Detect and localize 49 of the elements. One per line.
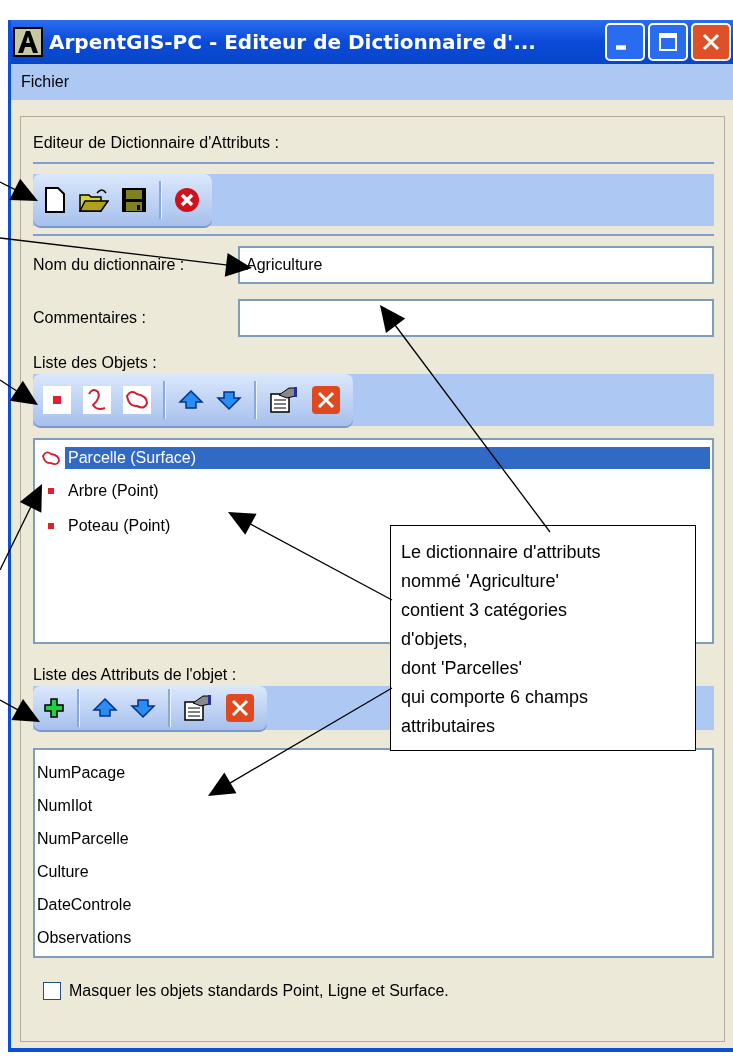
- arrow: [0, 178, 38, 201]
- app-icon: [13, 27, 43, 57]
- arrow: [0, 698, 40, 722]
- close-button[interactable]: [691, 23, 731, 61]
- properties-icon[interactable]: [183, 694, 213, 722]
- list-item[interactable]: NumParcelle: [37, 822, 129, 855]
- delete-icon[interactable]: [225, 693, 255, 723]
- list-item[interactable]: NumPacage: [37, 756, 126, 789]
- arrow: [0, 379, 38, 405]
- callout-text: contient 3 catégories: [401, 599, 568, 622]
- section-label: Liste des Objets :: [33, 353, 157, 373]
- callout-text: nommé 'Agriculture': [401, 570, 559, 593]
- new-file-icon[interactable]: [43, 187, 67, 213]
- close-icon: [701, 32, 721, 52]
- callout-text: Le dictionnaire d'attributs: [401, 541, 601, 564]
- checkbox[interactable]: [43, 982, 61, 1000]
- checkbox-label: Masquer les objets standards Point, Ligne et Surface.: [69, 982, 449, 1000]
- list-item[interactable]: Poteau (Point): [65, 514, 174, 537]
- point-icon[interactable]: [43, 386, 71, 414]
- stop-icon[interactable]: [174, 187, 200, 213]
- field-label: Nom du dictionnaire :: [33, 256, 186, 274]
- list-item[interactable]: DateControle: [37, 888, 132, 921]
- field-label: Commentaires :: [33, 309, 147, 327]
- input-field[interactable]: [238, 299, 714, 337]
- maximize-button[interactable]: [648, 23, 688, 61]
- callout-text: d'objets,: [401, 628, 468, 651]
- open-folder-icon[interactable]: [79, 187, 109, 213]
- section-label: Liste des Attributs de l'objet :: [33, 665, 237, 685]
- list-item[interactable]: Culture: [37, 855, 89, 888]
- minimize-icon: [616, 44, 626, 50]
- point-icon: [48, 522, 54, 529]
- callout-text: qui comporte 6 champs: [401, 686, 589, 709]
- point-icon: [48, 487, 54, 494]
- polygon-icon[interactable]: [123, 386, 151, 414]
- properties-icon[interactable]: [269, 386, 299, 414]
- callout-text: attributaires: [401, 715, 496, 738]
- menu-item[interactable]: Fichier: [21, 73, 69, 91]
- callout-text: dont 'Parcelles': [401, 657, 522, 680]
- window-title: ArpentGIS-PC - Editeur de Dictionnaire d'...: [49, 30, 537, 54]
- plus-icon[interactable]: [43, 697, 65, 719]
- delete-icon[interactable]: [311, 385, 341, 415]
- list-item[interactable]: Observations: [37, 921, 132, 954]
- input-field[interactable]: Agriculture: [238, 246, 714, 284]
- list-item[interactable]: NumIlot: [37, 789, 93, 822]
- section-label: Editeur de Dictionnaire d'Attributs :: [33, 133, 279, 153]
- maximize-icon: [658, 32, 678, 52]
- list-item[interactable]: Arbre (Point): [65, 479, 162, 502]
- minimize-button[interactable]: [605, 23, 645, 61]
- list-item[interactable]: Parcelle (Surface): [65, 447, 710, 469]
